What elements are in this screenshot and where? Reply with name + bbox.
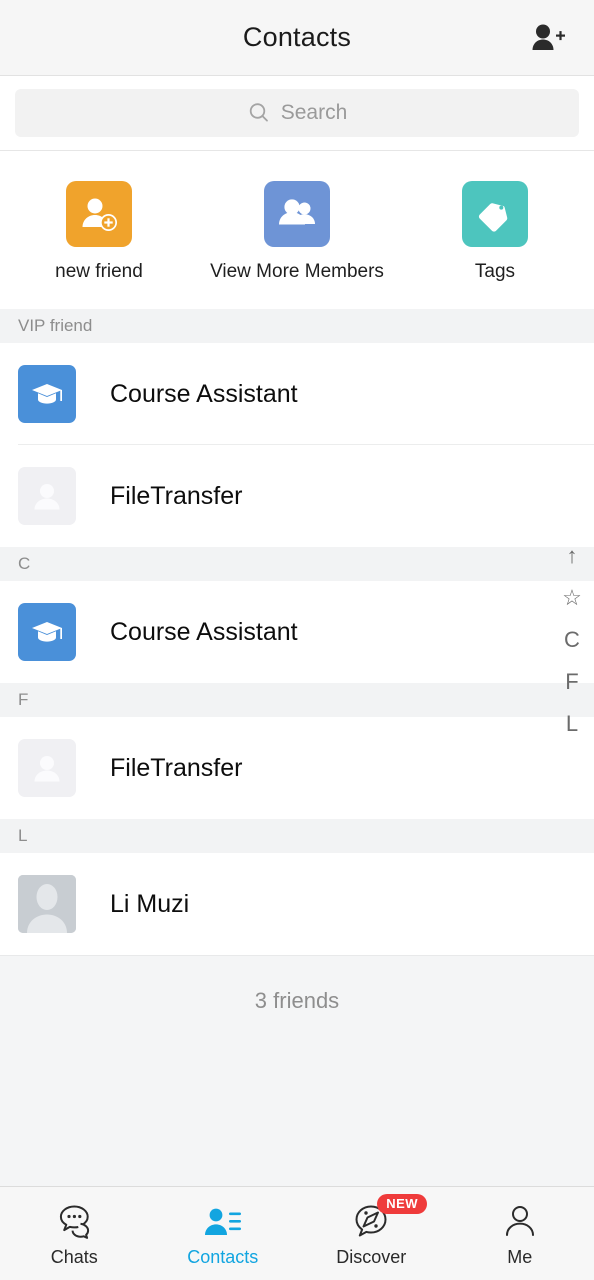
contact-row-filetransfer-vip[interactable]: FileTransfer <box>0 445 594 547</box>
person-outline-icon <box>501 1200 539 1240</box>
contact-name: Li Muzi <box>110 889 190 918</box>
contact-name: Course Assistant <box>110 379 298 408</box>
quick-action-label: View More Members <box>210 261 384 282</box>
tab-contacts[interactable]: Contacts <box>149 1200 298 1268</box>
person-photo-glyph <box>18 875 76 933</box>
index-letter-f[interactable]: F <box>565 671 578 693</box>
person-placeholder-icon <box>18 739 76 797</box>
person-outline-glyph <box>505 1205 534 1236</box>
tab-label: Contacts <box>187 1246 259 1267</box>
add-person-icon[interactable] <box>520 16 576 60</box>
section-header-c: C <box>0 547 594 581</box>
contact-row-li-muzi[interactable]: Li Muzi <box>0 853 594 955</box>
quick-actions: new friend View More Members Tags <box>0 151 594 309</box>
graduation-cap-glyph <box>32 384 62 404</box>
index-letter-l[interactable]: L <box>566 713 578 735</box>
quick-action-tags[interactable]: Tags <box>396 181 594 283</box>
chat-bubbles-glyph <box>60 1205 90 1239</box>
tab-label: Me <box>507 1246 533 1267</box>
index-letter-c[interactable]: C <box>564 629 580 651</box>
page-title: Contacts <box>242 22 352 52</box>
graduation-cap-glyph <box>32 622 62 642</box>
index-scroll-top-icon[interactable]: ↑ <box>567 545 578 567</box>
add-person-glyph <box>532 24 565 50</box>
quick-action-label: Tags <box>474 261 516 282</box>
search-input[interactable]: Search <box>15 89 579 137</box>
friend-count-label: 3 friends <box>0 956 594 1014</box>
app-header: Contacts <box>0 0 594 76</box>
person-placeholder-icon <box>18 467 76 525</box>
contact-name: FileTransfer <box>110 753 243 782</box>
chat-bubbles-icon <box>54 1200 94 1240</box>
person-placeholder-glyph <box>34 484 60 510</box>
index-star-icon[interactable]: ☆ <box>562 587 582 609</box>
bottom-tab-bar: Chats Contacts NEW Discover Me <box>0 1186 594 1280</box>
quick-action-view-more-members[interactable]: View More Members <box>198 181 396 283</box>
discover-compass-icon: NEW <box>351 1193 428 1240</box>
section-header-f: F <box>0 683 594 717</box>
tag-glyph <box>478 203 508 232</box>
search-placeholder: Search <box>280 101 348 124</box>
alphabet-index-bar[interactable]: ↑ ☆ C F L <box>550 545 594 735</box>
contact-list: VIP friend Course Assistant FileTransfer <box>0 309 594 956</box>
search-section: Search <box>0 76 594 151</box>
quick-action-label: new friend <box>55 261 143 282</box>
tab-me[interactable]: Me <box>446 1200 594 1268</box>
tab-chats[interactable]: Chats <box>0 1200 149 1268</box>
section-header-l: L <box>0 819 594 853</box>
group-icon <box>264 181 330 247</box>
section-header-vip: VIP friend <box>0 309 594 343</box>
group-glyph <box>279 199 315 225</box>
contacts-screen: Contacts Search new friend View More Mem… <box>0 0 594 1280</box>
person-photo-icon <box>18 875 76 933</box>
person-add-icon <box>66 181 132 247</box>
contacts-icon <box>203 1200 243 1240</box>
quick-action-new-friend[interactable]: new friend <box>0 181 198 283</box>
new-badge: NEW <box>377 1193 428 1214</box>
person-add-glyph <box>82 198 117 231</box>
contact-row-course-assistant[interactable]: Course Assistant <box>0 581 594 683</box>
tag-icon <box>462 181 528 247</box>
person-placeholder-glyph <box>34 756 60 782</box>
search-icon <box>249 103 268 122</box>
contact-row-course-assistant-vip[interactable]: Course Assistant <box>0 343 594 445</box>
contact-row-filetransfer[interactable]: FileTransfer <box>0 717 594 819</box>
contact-name: FileTransfer <box>110 481 243 510</box>
contacts-glyph <box>204 1208 241 1235</box>
tab-label: Discover <box>336 1246 407 1267</box>
graduation-cap-icon <box>18 603 76 661</box>
contact-name: Course Assistant <box>110 617 298 646</box>
tab-discover[interactable]: NEW Discover <box>297 1193 446 1268</box>
tab-label: Chats <box>50 1246 98 1267</box>
graduation-cap-icon <box>18 365 76 423</box>
